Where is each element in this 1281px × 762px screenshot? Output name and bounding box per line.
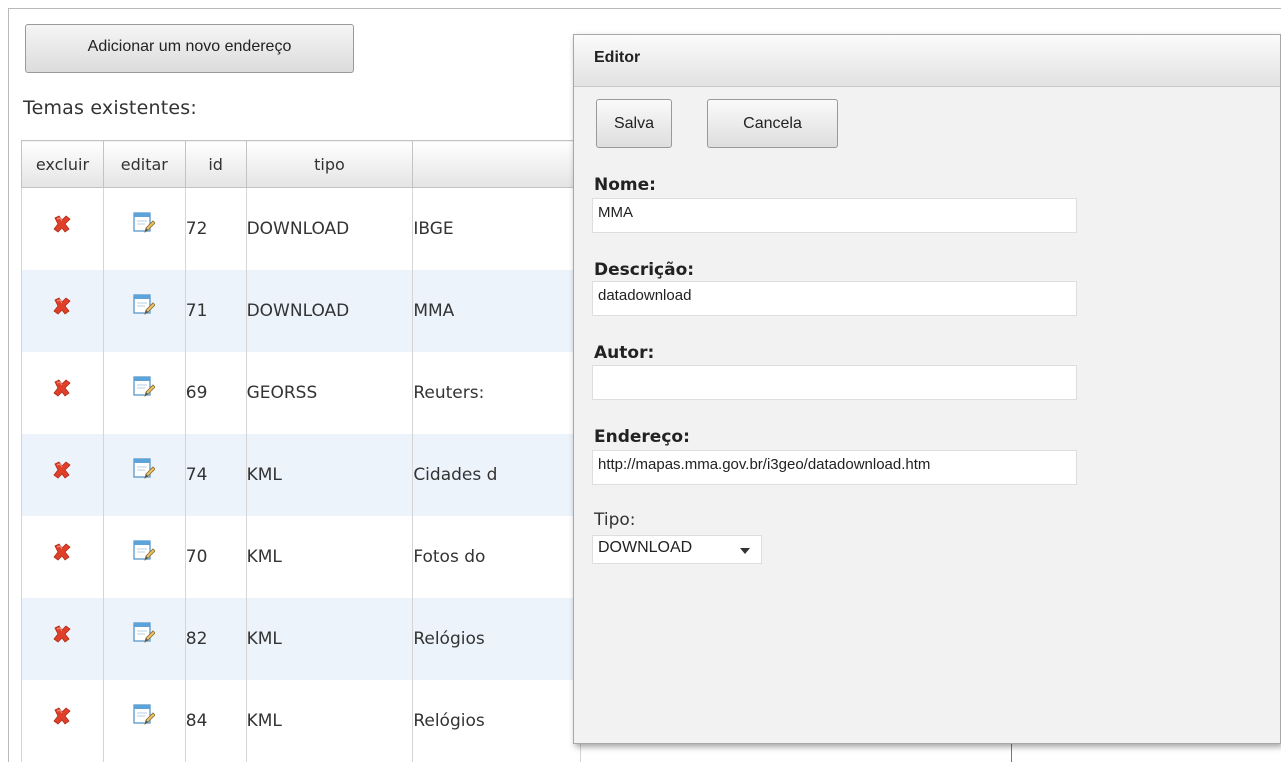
table-row: 71 DOWNLOAD MMA [21,269,581,352]
delete-cell [21,515,104,598]
edit-pencil-icon[interactable] [133,375,156,398]
edit-pencil-icon[interactable] [133,293,156,316]
row-tipo: KML [245,679,414,762]
endereco-input[interactable]: http://mapas.mma.gov.br/i3geo/datadownlo… [592,450,1077,485]
save-button[interactable]: Salva [596,99,672,148]
delete-x-icon[interactable] [52,542,72,562]
edit-pencil-icon[interactable] [133,457,156,480]
tipo-selected-value: DOWNLOAD [598,539,693,556]
delete-cell [21,597,104,680]
edit-pencil-icon[interactable] [133,539,156,562]
row-tipo: GEORSS [245,351,414,434]
add-address-button[interactable]: Adicionar um novo endereço [25,24,354,73]
table-row: 70 KML Fotos do [21,515,581,598]
delete-x-icon[interactable] [52,624,72,644]
delete-cell [21,187,104,270]
delete-cell [21,433,104,516]
row-tipo: KML [245,515,414,598]
dialog-title[interactable]: Editor [574,35,1280,87]
row-tipo: DOWNLOAD [245,269,414,352]
row-id: 72 [184,187,247,270]
row-nome: Cidades d [412,433,581,516]
row-tipo: DOWNLOAD [245,187,414,270]
row-id: 71 [184,269,247,352]
delete-cell [21,351,104,434]
table-body: 72 DOWNLOAD IBGE 71 DOWNLOAD MMA 69 GEORSS Reute… [21,187,581,762]
row-id: 74 [184,433,247,516]
edit-cell [102,515,186,598]
table-row: 72 DOWNLOAD IBGE [21,187,581,270]
column-header-editar[interactable]: editar [102,140,186,188]
themes-table-container: excluir editar id tipo 72 DOWNLOAD IBGE 71 D… [21,140,581,762]
descricao-label: Descrição: [594,260,695,280]
tipo-label: Tipo: [594,510,636,530]
delete-x-icon[interactable] [52,460,72,480]
row-id: 84 [184,679,247,762]
nome-label: Nome: [594,175,656,195]
edit-cell [102,597,186,680]
table-header-row: excluir editar id tipo [21,140,581,188]
edit-cell [102,187,186,270]
delete-x-icon[interactable] [52,214,72,234]
table-row: 74 KML Cidades d [21,433,581,516]
row-tipo: KML [245,597,414,680]
editor-dialog: Editor Salva Cancela Nome: MMA Descrição… [573,34,1281,744]
edit-cell [102,269,186,352]
row-nome: Reuters: [412,351,581,434]
endereco-label: Endereço: [594,427,690,447]
column-header-id[interactable]: id [184,140,247,188]
chevron-down-icon [740,548,750,554]
delete-x-icon[interactable] [52,296,72,316]
row-nome: IBGE [412,187,581,270]
delete-cell [21,269,104,352]
delete-cell [21,679,104,762]
descricao-input[interactable]: datadownload [592,281,1077,316]
cancel-button[interactable]: Cancela [707,99,838,148]
row-nome: Relógios [412,597,581,680]
delete-x-icon[interactable] [52,706,72,726]
edit-pencil-icon[interactable] [133,703,156,726]
table-row: 82 KML Relógios [21,597,581,680]
edit-pencil-icon[interactable] [133,212,156,234]
column-header-nome[interactable] [412,140,581,188]
column-header-excluir[interactable]: excluir [21,140,104,188]
table-row: 84 KML Relógios [21,679,581,762]
row-nome: MMA [412,269,581,352]
row-nome: Relógios [412,679,581,762]
table-row: 69 GEORSS Reuters: [21,351,581,434]
column-header-tipo[interactable]: tipo [245,140,414,188]
edit-cell [102,351,186,434]
edit-pencil-icon[interactable] [133,621,156,644]
row-tipo: KML [245,433,414,516]
row-id: 70 [184,515,247,598]
section-title: Temas existentes: [23,97,197,119]
edit-cell [102,433,186,516]
delete-x-icon[interactable] [52,378,72,398]
tipo-select[interactable]: DOWNLOAD [592,535,762,564]
row-nome: Fotos do [412,515,581,598]
themes-table: excluir editar id tipo 72 DOWNLOAD IBGE 71 D… [21,140,581,762]
row-id: 69 [184,351,247,434]
autor-input[interactable] [592,365,1077,400]
edit-cell [102,679,186,762]
nome-input[interactable]: MMA [592,198,1077,233]
row-id: 82 [184,597,247,680]
autor-label: Autor: [594,343,655,363]
